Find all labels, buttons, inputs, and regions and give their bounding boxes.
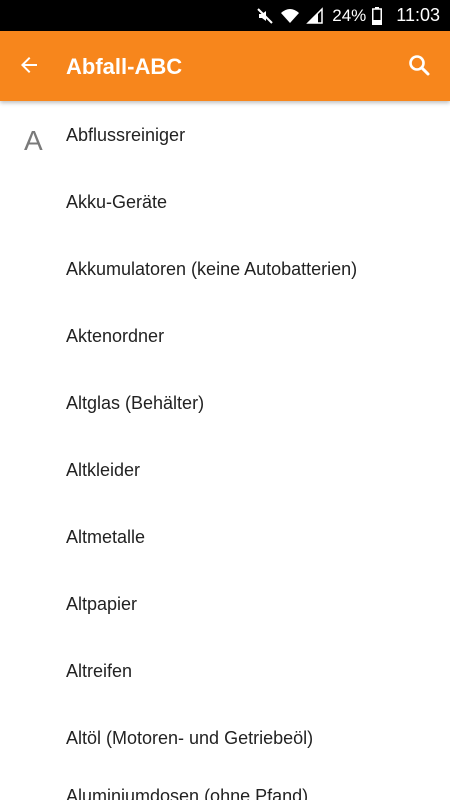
arrow-left-icon [17,53,41,82]
page-title: Abfall-ABC [66,54,183,79]
battery-icon [372,6,383,25]
signal-icon [306,6,324,25]
list-item[interactable]: Abflussreiniger [66,115,436,155]
list-item[interactable]: Altreifen [66,651,436,691]
status-bar: 24% 11:03 [0,0,450,31]
screen: 24% 11:03 Abfall-ABC A Abflussreiniger A… [0,0,450,800]
app-bar: Abfall-ABC [0,31,450,101]
wifi-icon [280,7,300,25]
search-icon [407,53,431,82]
clock: 11:03 [396,5,440,25]
list-item[interactable]: Altpapier [66,584,436,624]
list-item[interactable]: Akku-Geräte [66,182,436,222]
status-icons: 24% 11:03 [256,0,440,31]
list-item[interactable]: Altkleider [66,450,436,490]
section-letter: A [24,125,43,156]
list-item[interactable]: Altöl (Motoren- und Getriebeöl) [66,718,436,758]
list-item[interactable]: Aktenordner [66,316,436,356]
battery-percentage: 24% [332,5,367,25]
back-button[interactable] [14,52,44,82]
search-button[interactable] [404,52,434,82]
list-item[interactable]: Altglas (Behälter) [66,383,436,423]
list-item[interactable]: Altmetalle [66,517,436,557]
mute-icon [256,7,274,25]
list-item[interactable]: Aluminiumdosen (ohne Pfand) [66,776,436,800]
list-item[interactable]: Akkumulatoren (keine Autobatterien) [66,249,436,289]
